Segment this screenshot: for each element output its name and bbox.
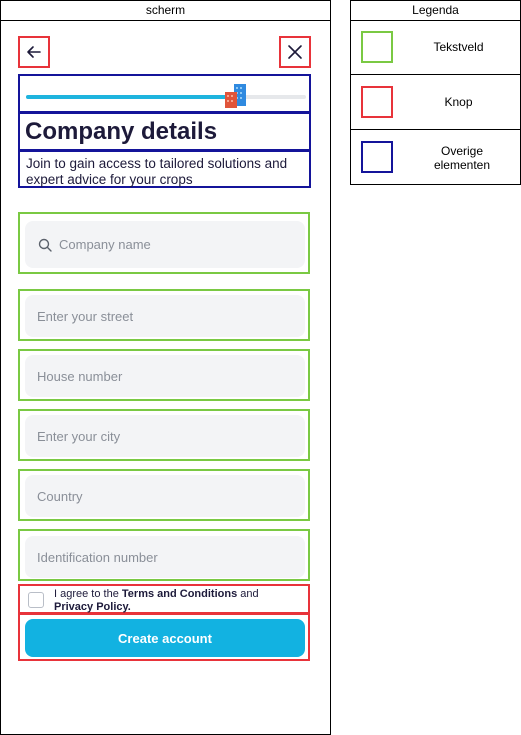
legend-item-other: Overige elementen [350,130,521,185]
back-button[interactable] [18,36,50,68]
page-title: Company details [25,118,218,145]
privacy-link[interactable]: Privacy Policy. [54,601,131,613]
country-input[interactable] [37,475,305,517]
search-icon [38,238,52,252]
close-icon [288,45,302,59]
create-account-button[interactable]: Create account [25,619,305,657]
legend-swatch-other [361,141,393,173]
house-number-input[interactable] [37,355,305,397]
page-subtitle: Join to gain access to tailored solution… [26,156,288,187]
city-field[interactable] [25,415,305,457]
terms-text: I agree to the Terms and Conditions and P… [54,588,304,614]
progress-bar-fill [26,95,242,99]
company-name-field[interactable] [25,221,305,268]
street-field[interactable] [25,295,305,337]
country-field[interactable] [25,475,305,517]
street-input[interactable] [37,295,305,337]
identification-input[interactable] [37,536,305,578]
building-icon [225,84,246,108]
legend-title: Legenda [412,3,459,17]
identification-field[interactable] [25,536,305,578]
terms-link[interactable]: Terms and Conditions [122,588,237,600]
legend-frame: Legenda [350,0,521,21]
progress-bar [26,95,306,99]
legend-label-other: Overige elementen [433,144,491,172]
terms-middle: and [237,588,259,600]
legend-label-button: Knop [444,95,473,109]
legend-swatch-button [361,86,393,118]
company-name-input[interactable] [59,221,305,268]
progress-annotation [18,74,311,113]
city-input[interactable] [37,415,305,457]
legend-item-text-field: Tekstveld [350,20,521,75]
terms-prefix: I agree to the [54,588,122,600]
screen-frame-label: scherm [1,1,330,21]
arrow-left-icon [27,46,41,58]
legend-label-text-field: Tekstveld [433,40,484,54]
legend-swatch-text-field [361,31,393,63]
house-number-field[interactable] [25,355,305,397]
close-button[interactable] [279,36,311,68]
legend-item-button: Knop [350,75,521,130]
terms-checkbox[interactable] [28,592,44,608]
